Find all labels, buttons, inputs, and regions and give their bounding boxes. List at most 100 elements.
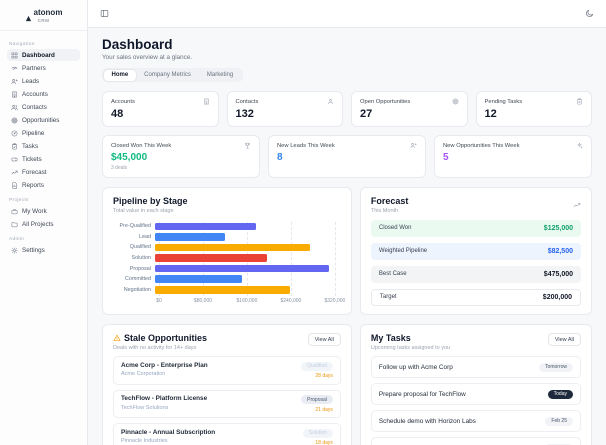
chart-x-tick: $160,000 bbox=[236, 298, 258, 305]
chart-bar[interactable] bbox=[155, 233, 226, 241]
sidebar-section-label: Projects bbox=[9, 198, 29, 203]
building-icon bbox=[11, 91, 18, 98]
chart-bar[interactable] bbox=[155, 254, 268, 262]
sidebar-item-label: Leads bbox=[22, 77, 40, 85]
task-item[interactable]: Review contract terms - PinnacleFeb 27 bbox=[370, 437, 581, 445]
sidebar-item-tasks[interactable]: Tasks bbox=[7, 140, 80, 152]
stale-opportunity-item[interactable]: Pinnacle - Annual Subscription Pinnacle I… bbox=[113, 423, 341, 445]
chart-bar[interactable] bbox=[155, 222, 257, 231]
task-title: Prepare proposal for TechFlow bbox=[378, 390, 466, 398]
sidebar-item-label: Accounts bbox=[22, 90, 48, 98]
sidebar-item-leads[interactable]: Leads bbox=[7, 75, 80, 87]
task-item[interactable]: Follow up with Acme Corp Tomorrow bbox=[370, 356, 581, 378]
sidebar-item-reports[interactable]: Reports bbox=[7, 179, 80, 191]
forecast-row-label: Best Case bbox=[378, 271, 407, 278]
weekly-label: New Opportunities This Week bbox=[443, 142, 520, 149]
tasks-subtitle: Upcoming tasks assigned to you bbox=[370, 345, 451, 351]
weekly-value: 8 bbox=[277, 152, 283, 163]
chart-x-tick: $320,000 bbox=[324, 298, 346, 305]
forecast-row-target: Target $200,000 bbox=[370, 288, 581, 306]
stale-view-all-button[interactable]: View All bbox=[307, 333, 341, 346]
task-item[interactable]: Prepare proposal for TechFlow Today bbox=[370, 383, 581, 405]
forecast-row-value: $125,000 bbox=[543, 224, 573, 232]
forecast-row-label: Target bbox=[379, 294, 397, 301]
sidebar-toggle-icon[interactable] bbox=[100, 9, 109, 18]
weekly-cards-row: Closed Won This Week $45,000 3 deals New Le… bbox=[102, 135, 592, 178]
sidebar-item-partners[interactable]: Partners bbox=[7, 62, 80, 74]
forecast-row-closed-won: Closed Won $125,000 bbox=[370, 219, 581, 237]
task-title: Schedule demo with Horizon Labs bbox=[378, 417, 476, 425]
tasks-view-all-button[interactable]: View All bbox=[547, 333, 581, 346]
stale-opportunities-card: Stale Opportunities Deals with no activi… bbox=[102, 324, 352, 445]
stale-opportunity-item[interactable]: Acme Corp - Enterprise Plan Acme Corporat… bbox=[113, 356, 341, 385]
sidebar-item-all-projects[interactable]: All Projects bbox=[7, 218, 80, 230]
chart-line-icon bbox=[573, 196, 581, 207]
chart-bar-row: Negotiation bbox=[113, 285, 341, 296]
stale-opportunity-item[interactable]: TechFlow - Platform License TechFlow Solu… bbox=[113, 389, 341, 418]
sidebar-item-label: Tasks bbox=[22, 142, 39, 150]
stat-card-contacts: Contacts 132 bbox=[226, 91, 343, 127]
sidebar-item-label: My Work bbox=[22, 207, 47, 215]
sidebar-nav: Navigation Dashboard Partners Leads Accounts… bbox=[0, 31, 87, 261]
sidebar-item-tickets[interactable]: Tickets bbox=[7, 153, 80, 165]
sidebar-item-dashboard[interactable]: Dashboard bbox=[7, 49, 80, 61]
sidebar-item-label: Pipeline bbox=[22, 129, 45, 137]
task-due-badge: Tomorrow bbox=[539, 362, 573, 372]
stage-badge: Qualified bbox=[301, 361, 333, 371]
pipeline-chart-subtitle: Total value in each stage bbox=[113, 208, 174, 214]
stat-card-pending-tasks: Pending Tasks 12 bbox=[475, 91, 592, 127]
tab-home[interactable]: Home bbox=[103, 69, 137, 81]
task-item[interactable]: Schedule demo with Horizon Labs Feb 25 bbox=[370, 410, 581, 432]
sidebar-item-opportunities[interactable]: Opportunities bbox=[7, 114, 80, 126]
opportunity-company: TechFlow Solutions bbox=[121, 404, 169, 411]
weekly-value: 5 bbox=[443, 152, 449, 163]
pipeline-by-stage-card: Pipeline by Stage Total value in each st… bbox=[102, 187, 352, 315]
chart-bar-row: Lead bbox=[113, 232, 341, 243]
forecast-card: Forecast This Month Closed Won $125,000 We… bbox=[359, 187, 592, 315]
weekly-label: New Leads This Week bbox=[277, 142, 335, 149]
chart-category-label: Lead bbox=[139, 233, 151, 240]
chart-bar[interactable] bbox=[155, 275, 243, 284]
chart-bar-track bbox=[155, 221, 335, 232]
main-area: Dashboard Your sales overview at a glanc… bbox=[88, 0, 606, 445]
theme-toggle-moon-icon[interactable] bbox=[585, 9, 594, 18]
chart-bar[interactable] bbox=[155, 264, 330, 273]
file-chart-icon bbox=[11, 181, 18, 189]
task-list: Follow up with Acme Corp Tomorrow Prepare … bbox=[370, 356, 581, 445]
stale-subtitle: Deals with no activity for 14+ days bbox=[113, 345, 197, 351]
days-stale: 28 days bbox=[315, 373, 333, 379]
chart-bar[interactable] bbox=[155, 286, 290, 294]
chart-bar-row: Pre-Qualified bbox=[113, 221, 341, 232]
trophy-icon bbox=[244, 142, 251, 149]
sidebar-item-accounts[interactable]: Accounts bbox=[7, 88, 80, 100]
sidebar-item-label: Settings bbox=[22, 246, 45, 254]
sidebar-item-label: Contacts bbox=[22, 103, 47, 111]
chart-bar-row: Qualified bbox=[113, 242, 341, 253]
sidebar-item-label: Dashboard bbox=[22, 51, 55, 59]
sidebar-section-label: Navigation bbox=[9, 42, 35, 47]
tab-marketing[interactable]: Marketing bbox=[199, 70, 241, 81]
stat-label: Open Opportunities bbox=[360, 98, 411, 105]
target-icon bbox=[11, 117, 18, 124]
dashboard-tabs: Home Company Metrics Marketing bbox=[102, 68, 243, 82]
grid-icon bbox=[11, 52, 18, 59]
sidebar-item-pipeline[interactable]: Pipeline bbox=[7, 127, 80, 139]
weekly-card-new-opportunities-this-week: New Opportunities This Week 5 bbox=[434, 135, 592, 178]
stat-value: 12 bbox=[484, 108, 497, 120]
sidebar-item-contacts[interactable]: Contacts bbox=[7, 101, 80, 113]
tab-company-metrics[interactable]: Company Metrics bbox=[136, 70, 199, 81]
forecast-row-weighted-pipeline: Weighted Pipeline $82,500 bbox=[370, 242, 581, 260]
middle-row: Pipeline by Stage Total value in each st… bbox=[102, 187, 592, 315]
sidebar-item-forecast[interactable]: Forecast bbox=[7, 166, 80, 178]
sidebar-item-settings[interactable]: Settings bbox=[7, 244, 80, 256]
opportunity-name: Pinnacle - Annual Subscription bbox=[121, 428, 216, 436]
weekly-card-header: Closed Won This Week bbox=[111, 142, 251, 149]
chart-category-label: Negotiation bbox=[123, 286, 151, 293]
chart-bar[interactable] bbox=[155, 243, 310, 252]
stale-item-meta: Proposal 21 days bbox=[301, 395, 333, 413]
sidebar-item-my-work[interactable]: My Work bbox=[7, 205, 80, 217]
opportunity-name: Acme Corp - Enterprise Plan bbox=[121, 361, 208, 369]
chart-x-tick: $240,000 bbox=[280, 298, 302, 305]
forecast-title: Forecast bbox=[370, 196, 409, 206]
stat-card-header: Open Opportunities bbox=[360, 98, 459, 105]
